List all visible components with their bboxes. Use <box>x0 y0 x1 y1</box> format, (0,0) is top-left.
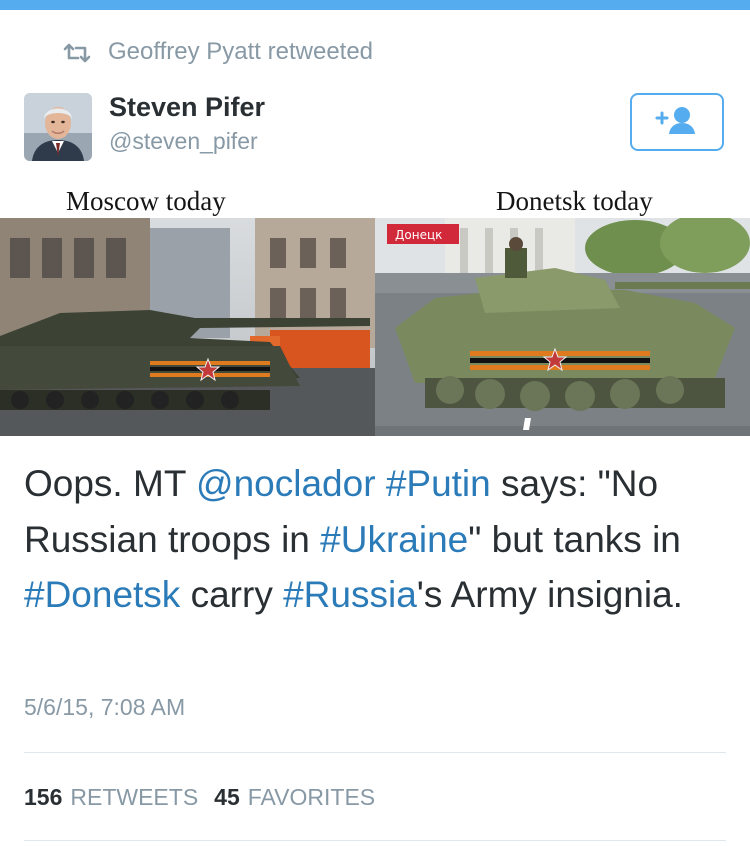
favorites-label[interactable]: FAVORITES <box>248 784 375 811</box>
top-accent-bar <box>0 0 750 10</box>
moscow-tank-photo <box>0 218 375 436</box>
retweet-context: Geoffrey Pyatt retweeted <box>62 36 373 68</box>
retweets-label[interactable]: RETWEETS <box>70 784 198 811</box>
divider <box>24 752 726 753</box>
tweet-text-segment: 's Army insignia. <box>416 574 683 615</box>
right-caption: Donetsk today <box>496 186 653 216</box>
hashtag-link[interactable]: #Donetsk <box>24 574 180 615</box>
author-handle[interactable]: @steven_pifer <box>109 128 258 155</box>
follow-button[interactable] <box>630 93 724 151</box>
author-name[interactable]: Steven Pifer <box>109 92 265 123</box>
divider <box>24 840 726 841</box>
hashtag-link[interactable]: #Putin <box>386 463 491 504</box>
tweet-text-segment: carry <box>180 574 284 615</box>
retweet-context-text[interactable]: Geoffrey Pyatt retweeted <box>108 38 373 66</box>
retweets-count[interactable]: 156 <box>24 784 62 811</box>
donetsk-overlay-tag: Донецк <box>395 228 442 242</box>
tweet-media[interactable]: Moscow today Donetsk today Донецк <box>0 186 750 436</box>
favorites-count[interactable]: 45 <box>214 784 240 811</box>
tweet-stats: 156 RETWEETS 45 FAVORITES <box>24 784 391 811</box>
tweet-text-segment <box>376 463 386 504</box>
tweet-timestamp[interactable]: 5/6/15, 7:08 AM <box>24 694 185 721</box>
tweet-text-segment: Oops. MT <box>24 463 197 504</box>
donetsk-tank-photo: Донецк <box>375 218 750 436</box>
left-caption: Moscow today <box>66 186 226 216</box>
tweet-text-segment: " but tanks in <box>468 518 681 560</box>
retweet-icon <box>62 42 92 63</box>
tweet-text: Oops. MT @noclador #Putin says: "No Russ… <box>24 456 734 623</box>
hashtag-link[interactable]: #Ukraine <box>320 519 468 560</box>
add-user-icon <box>654 105 700 140</box>
hashtag-link[interactable]: #Russia <box>283 574 417 615</box>
mention-link[interactable]: @noclador <box>196 463 376 504</box>
avatar[interactable] <box>24 93 92 161</box>
